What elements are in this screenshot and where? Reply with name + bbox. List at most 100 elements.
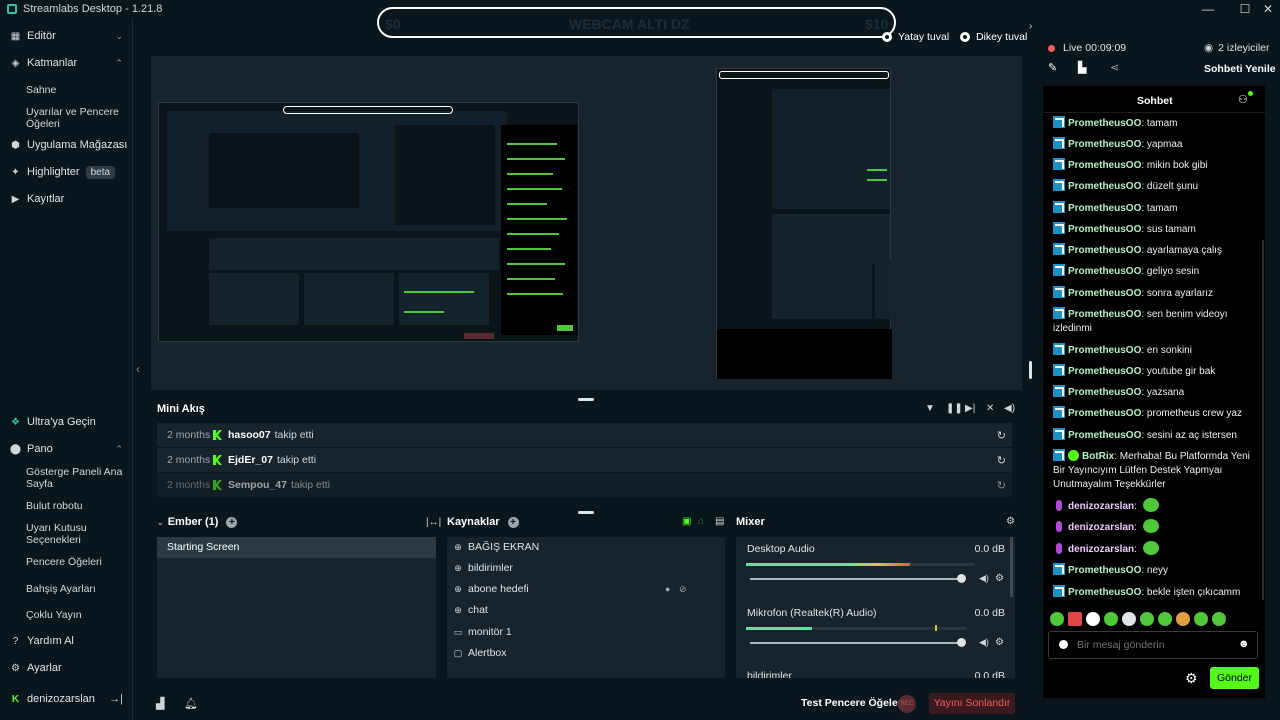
chat-username[interactable]: PrometheusOO [1068, 181, 1141, 192]
share-icon[interactable]: ⋖ [1110, 61, 1119, 74]
chat-username[interactable]: PrometheusOO [1068, 139, 1141, 150]
sidebar-subitem-tip-settings[interactable]: Bahşiş Ayarları [26, 583, 126, 595]
chat-username[interactable]: denizozarslan [1068, 501, 1134, 512]
emote-icon[interactable] [1068, 612, 1082, 626]
sidebar-item-ultra[interactable]: ❖ Ultra'ya Geçin [0, 410, 133, 434]
emoji-icon[interactable]: ☻ [1238, 638, 1250, 650]
chat-username[interactable]: PrometheusOO [1068, 366, 1141, 377]
chat-username[interactable]: PrometheusOO [1068, 224, 1141, 235]
minimize-button[interactable]: — [1196, 1, 1220, 17]
stream-info-icon[interactable]: ▙ [1078, 61, 1086, 74]
source-item[interactable]: ⊕ chat [453, 604, 488, 616]
emote-icon[interactable] [1158, 612, 1172, 626]
stats-icon[interactable]: ▟ [156, 697, 164, 710]
emote-icon[interactable] [1212, 612, 1226, 626]
sidebar-item-app-store[interactable]: ⬢ Uygulama Mağazası ⌄ [0, 133, 133, 157]
volume-icon[interactable]: ◀) [1004, 403, 1015, 414]
chat-gear-icon[interactable]: ⚙ [1185, 670, 1198, 687]
chat-username[interactable]: PrometheusOO [1068, 203, 1141, 214]
sidebar-subitem-alerts-widgets[interactable]: Uyarılar ve Pencere Öğeleri [26, 106, 126, 130]
notification-bell-icon[interactable]: 🔔︎ [184, 697, 198, 710]
chat-username[interactable]: PrometheusOO [1068, 160, 1141, 171]
chat-settings-icon[interactable] [1059, 640, 1068, 649]
maximize-button[interactable]: ☐ [1233, 1, 1257, 17]
folder-icon[interactable]: ▤ [715, 516, 724, 527]
source-item[interactable]: ⊕ bildirimler [453, 562, 513, 574]
resize-handle[interactable] [578, 398, 594, 401]
volume-fader-knob[interactable] [957, 574, 966, 583]
replay-icon[interactable]: ↻ [997, 454, 1006, 467]
speaker-icon[interactable]: ◀) [979, 637, 989, 648]
replay-icon[interactable]: ↻ [997, 429, 1006, 442]
sidebar-item-recordings[interactable]: ▶ Kayıtlar [0, 187, 133, 211]
sidebar-item-layers[interactable]: ◈ Katmanlar ⌃ [0, 51, 133, 75]
refresh-chat-button[interactable]: Sohbeti Yenile [1204, 63, 1276, 75]
chat-username[interactable]: PrometheusOO [1068, 430, 1141, 441]
sidebar-item-dashboard[interactable]: ⬤ Pano ⌃ [0, 437, 133, 461]
add-scene-icon[interactable]: + [226, 516, 238, 528]
send-button[interactable]: Gönder [1210, 667, 1259, 689]
edit-stream-icon[interactable]: ✎ [1048, 61, 1057, 74]
record-button[interactable]: REC [898, 695, 916, 713]
source-display-icon[interactable]: ▣ [682, 516, 691, 527]
emote-icon[interactable] [1050, 612, 1064, 626]
add-group-icon[interactable]: ⌂ [698, 516, 704, 527]
sidebar-subitem-alertbox-options[interactable]: Uyarı Kutusu Seçenekleri [26, 522, 126, 546]
volume-fader[interactable] [750, 642, 962, 644]
sidebar-item-highlighter[interactable]: ✦ Highlighter beta [0, 160, 133, 184]
skip-icon[interactable]: ▶| [965, 403, 975, 414]
source-item[interactable]: ⊕ BAĞIŞ EKRAN [453, 541, 539, 553]
filter-icon[interactable]: ▼ [925, 403, 935, 414]
close-button[interactable]: ✕ [1256, 1, 1280, 17]
emote-icon[interactable] [1104, 612, 1118, 626]
vertical-canvas-toggle[interactable]: Dikey tuval [960, 31, 1027, 43]
chat-username[interactable]: PrometheusOO [1068, 345, 1141, 356]
scene-item-selected[interactable]: Starting Screen [157, 537, 436, 558]
chat-username[interactable]: PrometheusOO [1068, 565, 1141, 576]
pause-icon[interactable]: ❚❚ [946, 403, 963, 414]
sidebar-item-help[interactable]: ? Yardım Al [0, 629, 133, 653]
sidebar-item-settings[interactable]: ⚙ Ayarlar [0, 656, 133, 680]
emote-icon[interactable] [1086, 612, 1100, 626]
replay-icon[interactable]: ↻ [997, 479, 1006, 492]
speaker-icon[interactable]: ◀) [979, 573, 989, 584]
sidebar-subitem-multistream[interactable]: Çoklu Yayın [26, 609, 126, 621]
source-item[interactable]: ▢ Alertbox [453, 647, 507, 659]
logout-icon[interactable]: →| [109, 693, 123, 705]
lock-icon[interactable]: ● [665, 584, 670, 594]
resize-handle[interactable] [578, 511, 594, 514]
emote-icon[interactable] [1140, 612, 1154, 626]
chat-username[interactable]: PrometheusOO [1068, 245, 1141, 256]
hidden-eye-icon[interactable]: ⊘ [679, 584, 687, 595]
source-item[interactable]: ⊕ abone hedefi [453, 583, 529, 595]
sidebar-item-editor[interactable]: ▦ Editör ⌄ [0, 24, 133, 48]
sidebar-subitem-dashboard-home[interactable]: Gösterge Paneli Ana Sayfa [26, 466, 126, 490]
channel-settings-icon[interactable]: ⚙ [995, 637, 1004, 648]
canvas-scrollbar[interactable] [1029, 361, 1032, 379]
sidebar-subitem-widgets[interactable]: Pencere Öğeleri [26, 556, 126, 568]
add-source-icon[interactable]: + [507, 516, 519, 528]
sidebar-subitem-cloudbot[interactable]: Bulut robotu [26, 500, 126, 512]
mixer-scrollbar[interactable] [1010, 537, 1013, 597]
chat-username[interactable]: PrometheusOO [1068, 266, 1141, 277]
emote-icon[interactable] [1194, 612, 1208, 626]
end-stream-button[interactable]: Yayını Sonlandır [929, 693, 1015, 714]
chevron-right-icon[interactable]: › [1029, 21, 1032, 32]
collapse-sidebar-icon[interactable]: ‹ [136, 362, 140, 376]
chat-username[interactable]: PrometheusOO [1068, 118, 1141, 129]
chat-username[interactable]: denizozarslan [1068, 544, 1134, 555]
chat-input-box[interactable]: ☻ [1048, 631, 1258, 659]
scene-transition-icon[interactable]: |↔| [426, 517, 441, 528]
mixer-settings-icon[interactable]: ⚙ [1006, 516, 1015, 527]
chat-input[interactable] [1077, 637, 1237, 653]
emote-icon[interactable] [1176, 612, 1190, 626]
chat-scrollbar[interactable] [1262, 240, 1264, 600]
chat-users-icon[interactable]: ⚇ [1238, 93, 1248, 106]
chat-username[interactable]: BotRix [1082, 451, 1114, 462]
sidebar-subitem-scene[interactable]: Sahne [26, 84, 126, 96]
sidebar-user[interactable]: K denizozarslan →| [0, 687, 133, 711]
volume-fader-knob[interactable] [957, 638, 966, 647]
chevron-down-icon[interactable]: ⌄ [157, 518, 164, 527]
horizontal-preview[interactable] [158, 102, 579, 342]
horizontal-canvas-toggle[interactable]: Yatay tuval [882, 31, 949, 43]
